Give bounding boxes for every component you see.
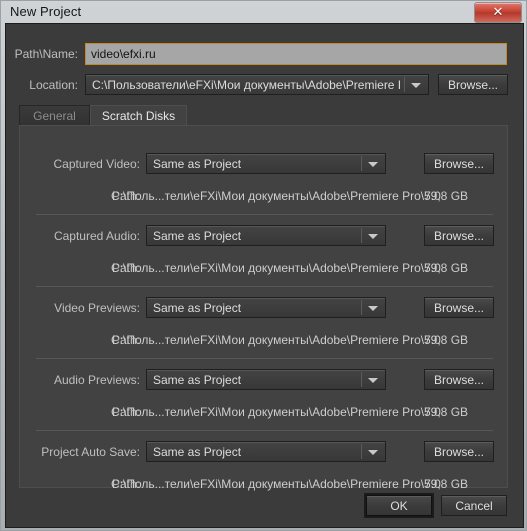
location-combo[interactable]: C:\Пользователи\eFXi\Мои документы\Adobe… [85,74,429,95]
video-previews-combo-value: Same as Project [153,300,242,315]
audio-previews-label: Audio Previews: [53,373,140,387]
close-button[interactable]: ✕ [474,2,522,23]
row-divider [36,358,493,359]
row-divider [36,430,493,431]
audio-previews-size: 59,8 GB [424,405,469,419]
ok-button[interactable]: OK [366,495,432,516]
tab-general[interactable]: General [19,105,90,126]
captured-audio-combo[interactable]: Same as Project [146,225,386,246]
chevron-down-icon [368,161,378,167]
combo-separator [361,372,362,387]
video-previews-browse-button[interactable]: Browse... [424,297,494,318]
captured-video-size: 59,8 GB [424,189,469,203]
location-combo-value: C:\Пользователи\eFXi\Мои документы\Adobe… [92,77,400,92]
row-divider [36,214,493,215]
captured-video-path-value: C:\Поль...тели\eFXi\Мои документы\Adobe\… [111,189,441,203]
captured-video-browse-button[interactable]: Browse... [424,153,494,174]
captured-video-combo[interactable]: Same as Project [146,153,386,174]
combo-separator [361,444,362,459]
project-auto-save-combo[interactable]: Same as Project [146,441,386,462]
audio-previews-combo[interactable]: Same as Project [146,369,386,390]
window-title: New Project [10,4,82,19]
project-auto-save-path-value: C:\Поль...тели\eFXi\Мои документы\Adobe\… [111,477,441,491]
path-name-label: Path\Name: [14,47,78,61]
row-divider [36,286,493,287]
captured-audio-browse-button[interactable]: Browse... [424,225,494,246]
project-auto-save-size: 59,8 GB [424,477,469,491]
location-browse-button[interactable]: Browse... [438,74,508,95]
captured-audio-path-value: C:\Поль...тели\eFXi\Мои документы\Adobe\… [111,261,441,275]
audio-previews-path-value: C:\Поль...тели\eFXi\Мои документы\Adobe\… [111,405,441,419]
tab-scratch-disks[interactable]: Scratch Disks [90,105,187,126]
video-previews-size: 59,8 GB [424,333,469,347]
combo-separator [361,156,362,171]
close-icon: ✕ [492,4,504,19]
cancel-button[interactable]: Cancel [441,495,507,516]
path-name-input[interactable] [85,43,507,65]
captured-video-combo-value: Same as Project [153,156,242,171]
title-bar: New Project ✕ [1,1,527,23]
audio-previews-browse-button[interactable]: Browse... [424,369,494,390]
combo-separator [361,300,362,315]
video-previews-label: Video Previews: [54,301,140,315]
audio-previews-combo-value: Same as Project [153,372,242,387]
location-label: Location: [29,78,78,92]
project-auto-save-browse-button[interactable]: Browse... [424,441,494,462]
new-project-dialog: New Project ✕ Path\Name: Location: C:\По… [0,0,527,531]
project-auto-save-combo-value: Same as Project [153,444,242,459]
video-previews-path-value: C:\Поль...тели\eFXi\Мои документы\Adobe\… [111,333,441,347]
captured-video-label: Captured Video: [53,157,140,171]
combo-separator [404,77,405,92]
chevron-down-icon [411,82,421,88]
captured-audio-label: Captured Audio: [53,229,140,243]
captured-audio-combo-value: Same as Project [153,228,242,243]
chevron-down-icon [368,233,378,239]
chevron-down-icon [368,449,378,455]
video-previews-combo[interactable]: Same as Project [146,297,386,318]
captured-audio-size: 59,8 GB [424,261,469,275]
chevron-down-icon [368,377,378,383]
dialog-body: Path\Name: Location: C:\Пользователи\eFX… [5,23,524,528]
chevron-down-icon [368,305,378,311]
scratch-disks-panel: Captured Video: Same as Project Browse..… [19,125,508,491]
project-auto-save-label: Project Auto Save: [41,445,140,459]
combo-separator [361,228,362,243]
